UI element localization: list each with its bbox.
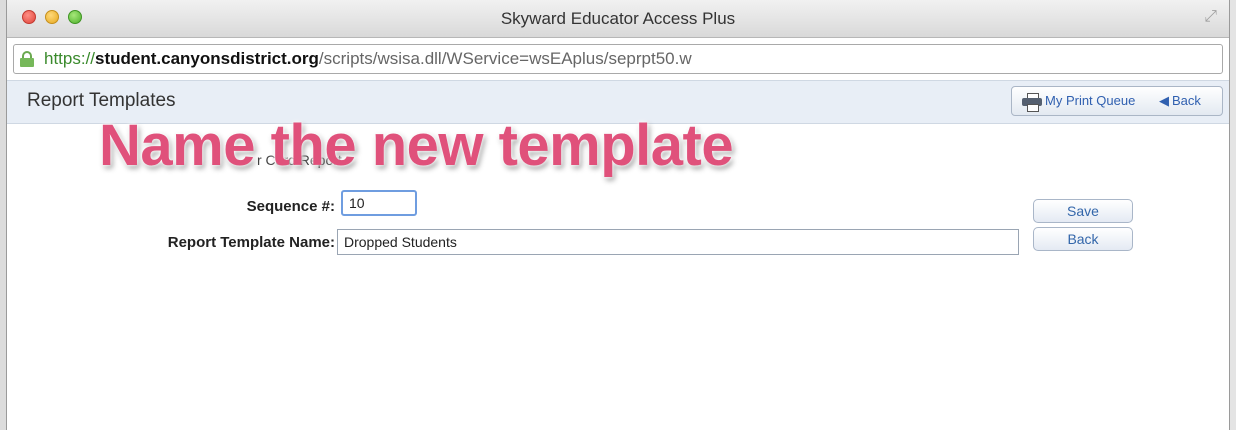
url-scheme: https:// bbox=[44, 49, 96, 68]
back-button[interactable]: Back bbox=[1033, 227, 1133, 251]
address-bar[interactable]: https://student.canyonsdistrict.org/scri… bbox=[13, 44, 1223, 74]
fullscreen-icon[interactable]: ⤢ bbox=[1204, 8, 1217, 26]
page-title: Report Templates bbox=[27, 90, 176, 111]
save-button[interactable]: Save bbox=[1033, 199, 1133, 223]
my-print-queue-link[interactable]: My Print Queue bbox=[1045, 93, 1135, 108]
title-bar: Skyward Educator Access Plus ⤢ bbox=[7, 0, 1229, 38]
back-arrow-icon[interactable]: ◀ bbox=[1159, 93, 1169, 109]
header-back-link[interactable]: Back bbox=[1172, 93, 1201, 108]
url-host: student.canyonsdistrict.org bbox=[95, 49, 319, 68]
window-title: Skyward Educator Access Plus bbox=[500, 9, 736, 28]
lock-icon bbox=[20, 51, 34, 67]
printer-icon[interactable] bbox=[1022, 93, 1042, 112]
sequence-input[interactable] bbox=[341, 190, 417, 216]
url-text[interactable]: https://student.canyonsdistrict.org/scri… bbox=[44, 49, 692, 69]
sequence-label: Sequence #: bbox=[246, 198, 335, 215]
url-path: /scripts/wsisa.dll/WService=wsEAplus/sep… bbox=[318, 49, 692, 68]
browser-window: Skyward Educator Access Plus ⤢ https://s… bbox=[6, 0, 1230, 430]
overlay-caption: Name the new template bbox=[99, 113, 734, 178]
header-nav-group: My Print Queue ◀ Back bbox=[1011, 86, 1223, 116]
template-name-input[interactable] bbox=[337, 229, 1019, 255]
template-name-label: Report Template Name: bbox=[167, 234, 335, 251]
